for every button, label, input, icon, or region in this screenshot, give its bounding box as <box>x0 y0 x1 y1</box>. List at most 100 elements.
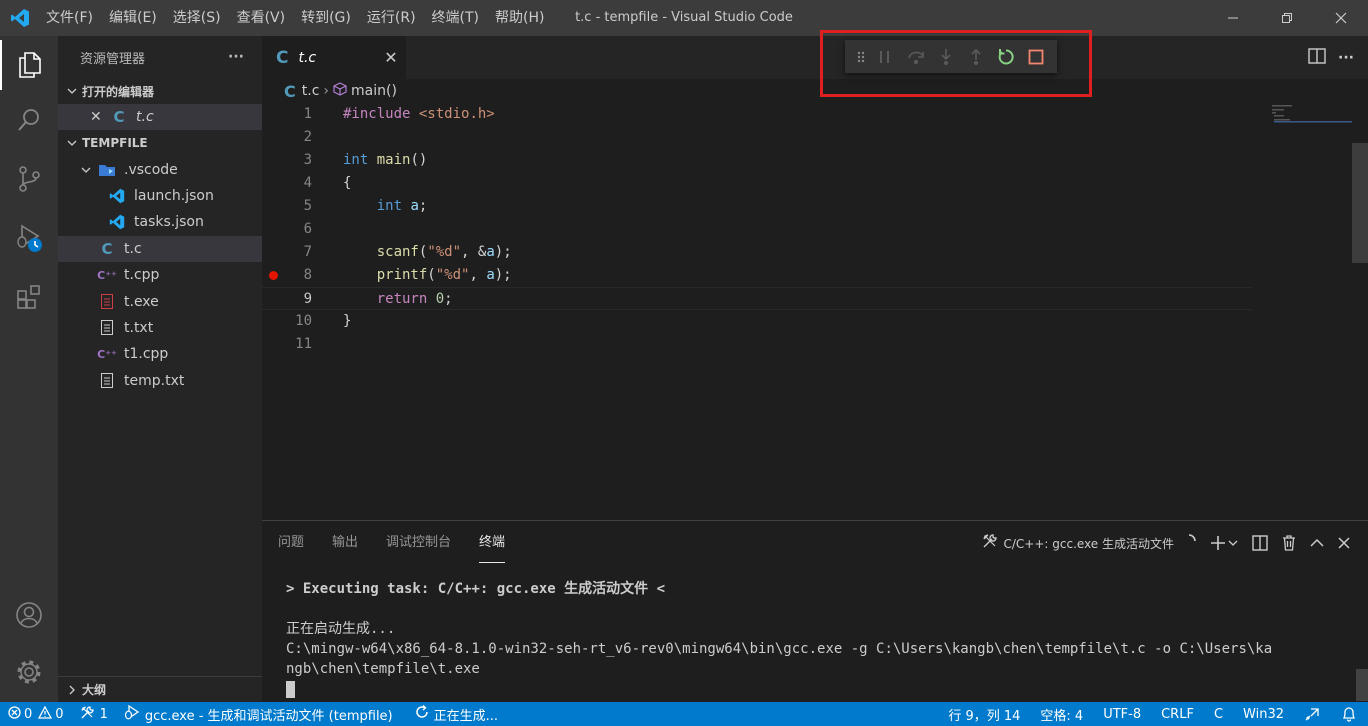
code-token: ( <box>427 267 436 283</box>
line-number: 2 <box>303 129 312 145</box>
tab-output[interactable]: 输出 <box>332 521 358 565</box>
tree-item-temp-txt[interactable]: temp.txt <box>58 368 262 394</box>
account-icon[interactable] <box>0 590 58 640</box>
tree-label: tasks.json <box>134 214 204 231</box>
eol-status[interactable]: CRLF <box>1151 702 1204 726</box>
tools-status[interactable]: 1 <box>72 702 116 726</box>
tree-item-launch-json[interactable]: launch.json <box>58 183 262 209</box>
build-status[interactable]: 正在生成... <box>407 702 506 726</box>
split-terminal-icon[interactable] <box>1252 535 1268 551</box>
trash-icon[interactable] <box>1282 535 1296 551</box>
tree-item-tasks-json[interactable]: tasks.json <box>58 209 262 235</box>
menu-file[interactable]: 文件(F) <box>40 0 99 36</box>
tree-item-t-txt[interactable]: t.txt <box>58 315 262 341</box>
breadcrumb-symbol[interactable]: main() <box>351 83 397 99</box>
tree-folder-vscode[interactable]: .vscode <box>58 156 262 182</box>
terminal-output[interactable]: > Executing task: C/C++: gcc.exe 生成活动文件 … <box>286 579 1346 699</box>
terminal-scrollbar[interactable] <box>1356 669 1368 701</box>
maximize-panel-icon[interactable] <box>1310 538 1324 548</box>
new-terminal-icon[interactable] <box>1210 535 1238 551</box>
code-line[interactable]: 6 <box>262 218 1252 241</box>
more-actions-icon[interactable]: ··· <box>1338 50 1354 66</box>
chevron-right-icon <box>64 685 80 695</box>
minimize-icon[interactable] <box>1206 0 1260 36</box>
tree-label: launch.json <box>134 187 214 204</box>
terminal-line: 正在启动生成... <box>286 621 396 637</box>
run-debug-icon[interactable] <box>0 213 58 263</box>
code-line[interactable]: 2 <box>262 126 1252 149</box>
drag-handle-icon[interactable] <box>851 40 870 73</box>
open-editors-header[interactable]: 打开的编辑器 <box>58 78 262 104</box>
restore-icon[interactable] <box>1260 0 1314 36</box>
open-editor-item[interactable]: ✕ C t.c <box>58 104 262 131</box>
pause-icon[interactable] <box>870 40 900 73</box>
folder-header[interactable]: TEMPFILE <box>58 130 262 156</box>
code-line[interactable]: 3 int main() <box>262 149 1252 172</box>
menu-help[interactable]: 帮助(H) <box>489 0 550 36</box>
outline-header[interactable]: 大纲 <box>58 676 262 702</box>
tree-item-t1-cpp[interactable]: C⁺⁺ t1.cpp <box>58 341 262 367</box>
tab-close-icon[interactable]: ✕ <box>376 48 406 67</box>
feedback-icon[interactable] <box>1294 702 1330 726</box>
menu-run[interactable]: 运行(R) <box>361 0 422 36</box>
code-line[interactable]: 7 scanf("%d", &a); <box>262 241 1252 264</box>
extensions-icon[interactable] <box>0 272 58 322</box>
tree-item-t-c[interactable]: C t.c <box>58 235 262 262</box>
line-number: 6 <box>303 221 312 237</box>
code-token: } <box>343 313 352 329</box>
platform-status[interactable]: Win32 <box>1233 702 1294 726</box>
code-line[interactable]: 5 int a; <box>262 195 1252 218</box>
editor-scrollbar[interactable] <box>1352 103 1368 520</box>
editor-tab-t-c[interactable]: C t.c ✕ <box>262 36 406 79</box>
stop-icon[interactable] <box>1021 40 1051 73</box>
tools-icon <box>982 533 998 553</box>
explorer-icon[interactable] <box>0 40 58 90</box>
restart-icon[interactable] <box>991 40 1021 73</box>
step-over-icon[interactable] <box>901 40 931 73</box>
close-panel-icon[interactable] <box>1338 537 1350 549</box>
search-icon[interactable] <box>0 95 58 145</box>
problems-status[interactable]: 0 0 <box>0 702 72 726</box>
tree-item-t-cpp[interactable]: C⁺⁺ t.cpp <box>58 262 262 288</box>
tab-terminal[interactable]: 终端 <box>479 521 506 565</box>
tab-problems[interactable]: 问题 <box>278 521 304 565</box>
breadcrumb-file[interactable]: t.c <box>302 83 320 99</box>
code-token: "%d" <box>435 267 470 283</box>
editor-tab-bar: C t.c ✕ ··· <box>262 36 1368 79</box>
code-text: } <box>343 310 351 333</box>
tab-debug-console[interactable]: 调试控制台 <box>386 521 451 565</box>
language-status[interactable]: C <box>1204 702 1233 726</box>
encoding-status[interactable]: UTF-8 <box>1093 702 1151 726</box>
step-into-icon[interactable] <box>931 40 961 73</box>
tree-item-t-exe[interactable]: t.exe <box>58 288 262 314</box>
split-editor-icon[interactable] <box>1308 47 1326 68</box>
chevron-down-icon <box>64 138 80 148</box>
settings-gear-icon[interactable] <box>0 647 58 697</box>
minimap[interactable] <box>1262 103 1352 133</box>
terminal-selector[interactable]: C/C++: gcc.exe 生成活动文件 <box>982 533 1197 553</box>
code-line[interactable]: 9 return 0; <box>262 287 1252 310</box>
notifications-bell-icon[interactable] <box>1330 702 1368 726</box>
indentation-status[interactable]: 空格: 4 <box>1030 702 1093 726</box>
code-line[interactable]: 1 #include <stdio.h> <box>262 103 1252 126</box>
code-line[interactable]: 10} <box>262 310 1252 333</box>
code-line[interactable]: 8 printf("%d", a); <box>262 264 1252 287</box>
cursor-position[interactable]: 行 9，列 14 <box>938 702 1030 726</box>
close-editor-icon[interactable]: ✕ <box>90 109 104 125</box>
menu-edit[interactable]: 编辑(E) <box>103 0 163 36</box>
debug-config-status[interactable]: gcc.exe - 生成和调试活动文件 (tempfile) <box>116 702 401 726</box>
more-actions-icon[interactable]: ··· <box>228 49 244 65</box>
source-control-icon[interactable] <box>0 154 58 204</box>
code-line[interactable]: 11 <box>262 333 1252 356</box>
step-out-icon[interactable] <box>961 40 991 73</box>
title-bar: 文件(F) 编辑(E) 选择(S) 查看(V) 转到(G) 运行(R) 终端(T… <box>0 0 1368 36</box>
chevron-right-icon: › <box>323 83 329 99</box>
menu-go[interactable]: 转到(G) <box>295 0 357 36</box>
close-icon[interactable] <box>1314 0 1368 36</box>
menu-selection[interactable]: 选择(S) <box>167 0 227 36</box>
code-token: scanf <box>376 244 419 260</box>
menu-view[interactable]: 查看(V) <box>231 0 292 36</box>
code-line[interactable]: 4{ <box>262 172 1252 195</box>
menu-terminal[interactable]: 终端(T) <box>426 0 485 36</box>
